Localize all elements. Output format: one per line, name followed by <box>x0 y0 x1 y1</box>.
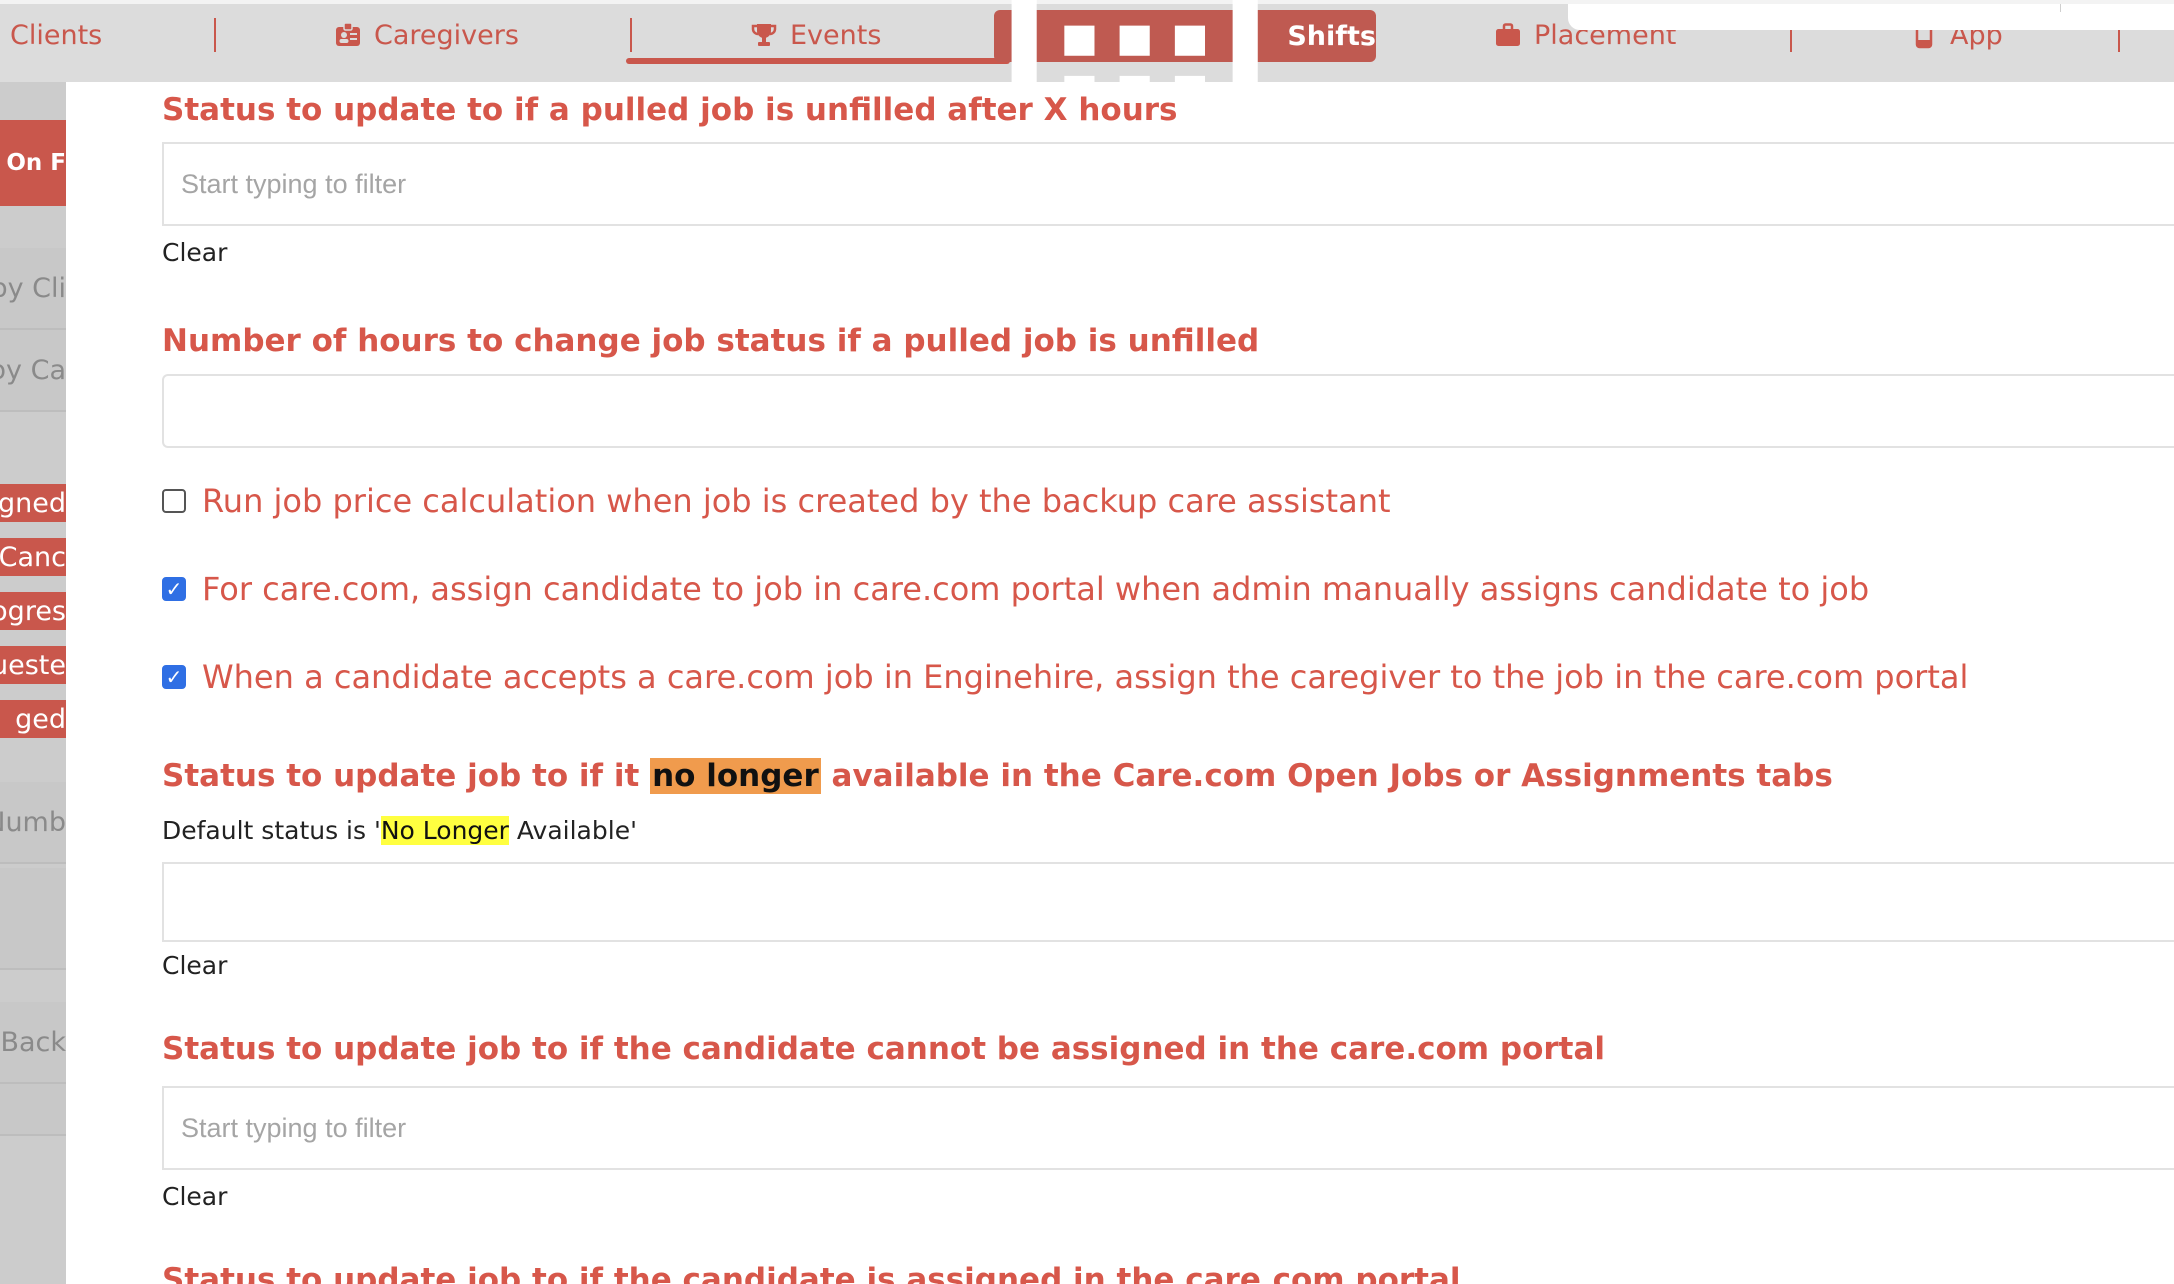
sidebar-item[interactable]: ged <box>0 700 66 738</box>
trophy-icon <box>751 24 777 46</box>
sidebar-item-label: Back <box>0 1026 66 1058</box>
nav-hover-underline <box>626 58 1010 64</box>
sidebar-item-label: gned <box>0 487 66 519</box>
sidebar-item[interactable]: w On F <box>0 120 66 206</box>
sidebar-item-label: w On F <box>0 150 66 176</box>
assigned-heading: Status to update job to if the candidate… <box>162 1262 1461 1284</box>
sidebar-item-label: Canc <box>0 541 66 573</box>
search-highlight: No Longer <box>380 816 509 845</box>
no-longer-status-input[interactable] <box>162 862 2174 942</box>
checkbox-row-candidate-accept[interactable]: ✓ When a candidate accepts a care.com jo… <box>162 658 1968 696</box>
cannot-assign-clear-link[interactable]: Clear <box>162 1182 227 1211</box>
note-text: Available' <box>508 816 637 845</box>
nav-item-shifts[interactable]: Shifts <box>994 0 1376 160</box>
settings-panel: Status to update to if a pulled job is u… <box>66 82 2174 1284</box>
checkbox-label: When a candidate accepts a care.com job … <box>202 658 1969 696</box>
id-badge-icon <box>336 22 360 46</box>
candidate-accept-checkbox[interactable]: ✓ <box>162 665 186 689</box>
nav-item-caregivers[interactable]: Caregivers <box>334 14 519 56</box>
sidebar-item[interactable]: ogres <box>0 592 66 630</box>
sidebar-item <box>0 1084 66 1136</box>
top-nav: Clients Caregivers Events Shifts Placeme… <box>0 0 2174 160</box>
nav-item-label: Events <box>790 19 882 51</box>
admin-assign-checkbox[interactable]: ✓ <box>162 577 186 601</box>
cannot-assign-heading: Status to update job to if the candidate… <box>162 1031 1606 1067</box>
sidebar-item[interactable]: Numb <box>0 782 66 864</box>
nav-item-clients[interactable]: Clients <box>10 14 102 56</box>
hours-heading: Number of hours to change job status if … <box>162 323 1260 359</box>
unfilled-status-heading: Status to update to if a pulled job is u… <box>162 92 1178 128</box>
sidebar-item[interactable]: by Cli <box>0 248 66 330</box>
nav-item-events[interactable]: Events <box>750 14 881 56</box>
nav-divider <box>214 18 216 52</box>
hours-input[interactable] <box>162 374 2174 448</box>
sidebar-item[interactable]: Back <box>0 1002 66 1084</box>
nav-divider <box>630 18 632 52</box>
sidebar-item <box>0 868 66 970</box>
nav-item-label: Shifts <box>1287 20 1376 52</box>
price-calc-checkbox[interactable] <box>162 489 186 513</box>
unfilled-status-input[interactable] <box>162 142 2174 226</box>
sidebar-item[interactable]: by Ca <box>0 330 66 412</box>
unfilled-status-clear-link[interactable]: Clear <box>162 238 227 267</box>
nav-item-label: Clients <box>10 19 103 51</box>
note-text: Default status is ' <box>162 816 381 845</box>
sidebar-item-label: by Cli <box>0 272 66 304</box>
sidebar-item-label: Numb <box>0 806 66 838</box>
checkbox-label: For care.com, assign candidate to job in… <box>202 570 1870 608</box>
checkbox-label: Run job price calculation when job is cr… <box>202 482 1391 520</box>
dropdown-popup <box>1568 4 2174 30</box>
briefcase-icon <box>1496 23 1520 46</box>
sidebar-item-label: by Ca <box>0 354 66 386</box>
sidebar: w On F by Cli by Ca gned Canc ogres uest… <box>0 82 66 1284</box>
no-longer-heading: Status to update job to if it no longer … <box>162 758 1833 794</box>
sidebar-item[interactable]: ueste <box>0 646 66 684</box>
popup-divider <box>2060 4 2061 12</box>
sidebar-item-label: ogres <box>0 595 66 627</box>
sidebar-item[interactable]: gned <box>0 484 66 522</box>
sidebar-item[interactable]: Canc <box>0 538 66 576</box>
search-highlight: no longer <box>650 758 821 794</box>
no-longer-clear-link[interactable]: Clear <box>162 951 227 980</box>
default-status-note: Default status is 'No Longer Available' <box>162 816 637 845</box>
cannot-assign-status-input[interactable] <box>162 1086 2174 1170</box>
sidebar-item-label: ged <box>15 703 66 735</box>
checkbox-row-admin-assign[interactable]: ✓ For care.com, assign candidate to job … <box>162 570 1869 608</box>
checkbox-row-price-calc[interactable]: Run job price calculation when job is cr… <box>162 482 1391 520</box>
heading-text: Status to update job to if it <box>162 758 651 794</box>
nav-item-label: Caregivers <box>374 19 519 51</box>
sidebar-item-label: ueste <box>0 649 66 681</box>
heading-text: available in the Care.com Open Jobs or A… <box>820 758 1833 794</box>
